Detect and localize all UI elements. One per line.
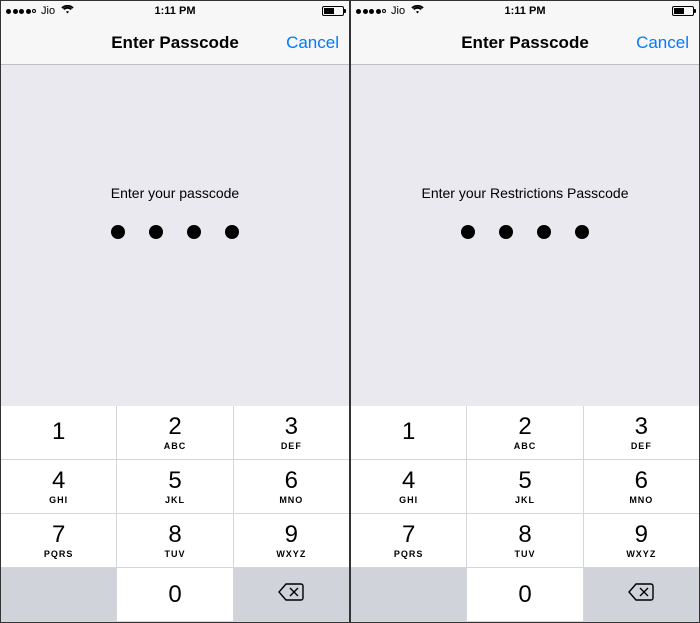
phone-left: Jio 1:11 PM Enter Passcode Cancel Enter … <box>1 1 349 622</box>
nav-bar: Enter Passcode Cancel <box>1 21 349 65</box>
key-7[interactable]: 7PQRS <box>1 514 117 568</box>
status-time: 1:11 PM <box>351 5 699 17</box>
key-delete[interactable] <box>234 568 349 622</box>
passcode-area: Enter your Restrictions Passcode <box>351 65 699 406</box>
key-blank <box>1 568 117 622</box>
key-delete[interactable] <box>584 568 699 622</box>
key-5[interactable]: 5JKL <box>467 460 583 514</box>
status-time: 1:11 PM <box>1 5 349 17</box>
key-3[interactable]: 3DEF <box>234 406 349 460</box>
key-4[interactable]: 4GHI <box>1 460 117 514</box>
key-1[interactable]: 1 <box>351 406 467 460</box>
key-0[interactable]: 0 <box>117 568 233 622</box>
nav-bar: Enter Passcode Cancel <box>351 21 699 65</box>
passcode-prompt: Enter your passcode <box>111 185 239 201</box>
key-2[interactable]: 2ABC <box>467 406 583 460</box>
key-7[interactable]: 7PQRS <box>351 514 467 568</box>
passcode-dot <box>537 225 551 239</box>
phone-right: Jio 1:11 PM Enter Passcode Cancel Enter … <box>351 1 699 622</box>
key-6[interactable]: 6MNO <box>234 460 349 514</box>
key-8[interactable]: 8TUV <box>117 514 233 568</box>
key-4[interactable]: 4GHI <box>351 460 467 514</box>
passcode-dot <box>111 225 125 239</box>
passcode-dot <box>187 225 201 239</box>
key-9[interactable]: 9WXYZ <box>584 514 699 568</box>
key-3[interactable]: 3DEF <box>584 406 699 460</box>
key-8[interactable]: 8TUV <box>467 514 583 568</box>
passcode-dot <box>575 225 589 239</box>
key-9[interactable]: 9WXYZ <box>234 514 349 568</box>
battery-icon <box>672 6 694 16</box>
key-2[interactable]: 2ABC <box>117 406 233 460</box>
key-0[interactable]: 0 <box>467 568 583 622</box>
battery-icon <box>322 6 344 16</box>
cancel-button[interactable]: Cancel <box>286 33 339 53</box>
keypad: 1 2ABC 3DEF 4GHI 5JKL 6MNO 7PQRS 8TUV 9W… <box>351 406 699 622</box>
passcode-dot <box>499 225 513 239</box>
keypad: 1 2ABC 3DEF 4GHI 5JKL 6MNO 7PQRS 8TUV 9W… <box>1 406 349 622</box>
cancel-button[interactable]: Cancel <box>636 33 689 53</box>
backspace-icon <box>278 583 304 606</box>
status-bar: Jio 1:11 PM <box>1 1 349 21</box>
passcode-dot <box>149 225 163 239</box>
backspace-icon <box>628 583 654 606</box>
passcode-prompt: Enter your Restrictions Passcode <box>422 185 629 201</box>
passcode-dots <box>461 225 589 239</box>
passcode-dot <box>461 225 475 239</box>
passcode-dot <box>225 225 239 239</box>
passcode-dots <box>111 225 239 239</box>
key-6[interactable]: 6MNO <box>584 460 699 514</box>
status-bar: Jio 1:11 PM <box>351 1 699 21</box>
key-blank <box>351 568 467 622</box>
key-5[interactable]: 5JKL <box>117 460 233 514</box>
passcode-area: Enter your passcode <box>1 65 349 406</box>
key-1[interactable]: 1 <box>1 406 117 460</box>
